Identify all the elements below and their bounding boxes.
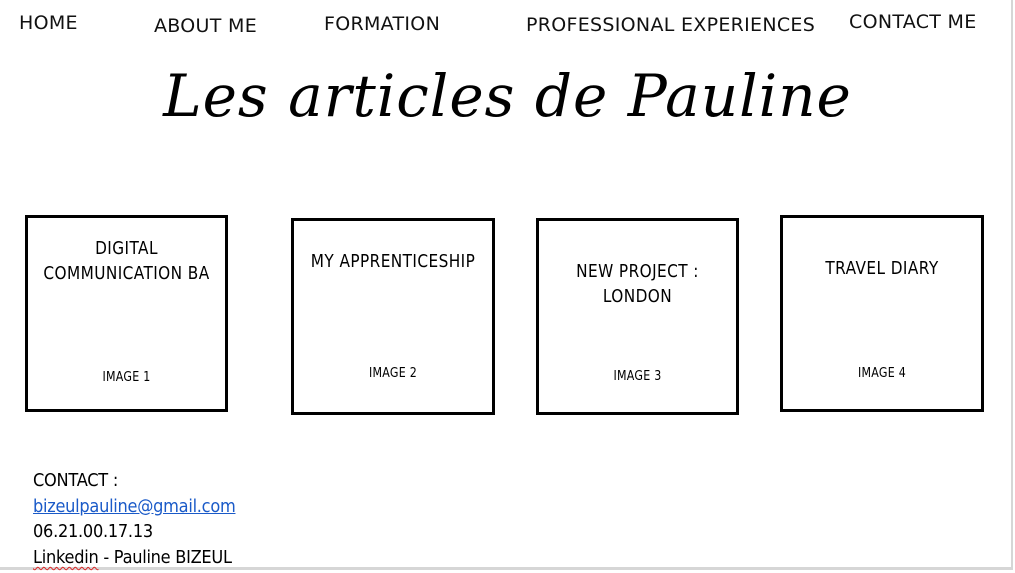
- linkedin-label[interactable]: Linkedin: [33, 547, 99, 568]
- nav-contact-link[interactable]: CONTACT ME: [849, 11, 977, 33]
- contact-heading: CONTACT :: [33, 470, 119, 491]
- article-card-title: NEW PROJECT : LONDON: [576, 261, 699, 307]
- contact-linkedin: Linkedin - Pauline BIZEUL: [33, 547, 232, 568]
- article-card-travel-diary[interactable]: TRAVEL DIARY IMAGE 4: [780, 215, 984, 412]
- article-card-image-placeholder: IMAGE 2: [368, 366, 418, 381]
- nav-formation-link[interactable]: FORMATION: [324, 13, 440, 35]
- article-card-title: TRAVEL DIARY: [825, 258, 939, 279]
- article-card-title: DIGITAL COMMUNICATION BA: [43, 238, 210, 284]
- nav-home-link[interactable]: HOME: [19, 12, 78, 34]
- nav-about-link[interactable]: ABOUT ME: [154, 15, 257, 37]
- article-card-new-project-london[interactable]: NEW PROJECT : LONDON IMAGE 3: [536, 218, 739, 415]
- site-title: Les articles de Pauline: [163, 62, 852, 130]
- article-card-apprenticeship[interactable]: MY APPRENTICESHIP IMAGE 2: [291, 218, 495, 415]
- article-card-image-placeholder: IMAGE 4: [857, 366, 907, 381]
- contact-phone: 06.21.00.17.13: [33, 521, 153, 542]
- contact-email-link[interactable]: bizeulpauline@gmail.com: [33, 496, 236, 517]
- linkedin-name: - Pauline BIZEUL: [98, 547, 232, 568]
- nav-experiences-link[interactable]: PROFESSIONAL EXPERIENCES: [526, 14, 815, 36]
- article-card-title: MY APPRENTICESHIP: [310, 251, 476, 272]
- article-card-image-placeholder: IMAGE 3: [613, 369, 662, 384]
- article-card-digital-communication[interactable]: DIGITAL COMMUNICATION BA IMAGE 1: [25, 215, 228, 412]
- article-card-image-placeholder: IMAGE 1: [102, 370, 151, 385]
